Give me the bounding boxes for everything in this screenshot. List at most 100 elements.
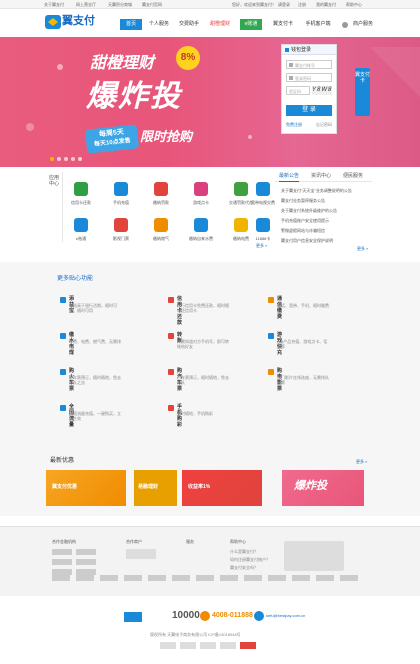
- nav-merchant[interactable]: 商户服务: [350, 19, 376, 30]
- register-link[interactable]: 免费注册: [286, 122, 302, 127]
- water-icon[interactable]: [194, 218, 208, 232]
- partner-logo[interactable]: [124, 575, 142, 581]
- partner-logo[interactable]: [148, 575, 166, 581]
- gas-icon[interactable]: [154, 218, 168, 232]
- traffic-light-icon[interactable]: [234, 182, 248, 196]
- service-label[interactable]: 信用卡还款: [63, 200, 99, 205]
- banner-dot[interactable]: [64, 157, 68, 161]
- cert-badge[interactable]: [200, 642, 216, 649]
- service-label[interactable]: e账通: [63, 236, 99, 241]
- promo-card[interactable]: 翼支付优惠: [46, 470, 126, 506]
- game-icon[interactable]: [194, 182, 208, 196]
- news-item[interactable]: 翼支付业务暂停服务公告: [281, 198, 325, 203]
- banner-dot[interactable]: [57, 157, 61, 161]
- help-link[interactable]: 如何注册翼支付账户？: [230, 557, 270, 562]
- nav-finance[interactable]: 甜橙理财: [205, 19, 235, 30]
- phone-icon[interactable]: [114, 182, 128, 196]
- services-more-link[interactable]: 更多 »: [256, 243, 267, 248]
- cert-badge[interactable]: [220, 642, 236, 649]
- bank-logo[interactable]: [52, 549, 72, 555]
- login-button[interactable]: 登 录: [286, 105, 332, 116]
- cert-badge[interactable]: [180, 642, 196, 649]
- account-field[interactable]: 翼支付帐号: [286, 60, 332, 69]
- function-title[interactable]: 手机购彩: [177, 404, 182, 428]
- banner-dot[interactable]: [78, 157, 82, 161]
- merchant-logo[interactable]: [126, 549, 156, 559]
- cert-badge[interactable]: [160, 642, 176, 649]
- topbar-link-mall[interactable]: 天翼积分商城: [108, 2, 132, 7]
- partner-logo[interactable]: [76, 575, 94, 581]
- ticket-icon[interactable]: [114, 218, 128, 232]
- service-label[interactable]: 缴纳自来水费: [183, 236, 219, 241]
- forgot-link[interactable]: 忘记密码: [316, 122, 332, 127]
- service-email[interactable]: kefu@bestpay.com.cn: [266, 613, 305, 618]
- nav-app[interactable]: 手机客户端: [300, 19, 336, 30]
- partner-logo[interactable]: [100, 575, 118, 581]
- news-item[interactable]: 关于翼支付"天天宝"业务调整说明的公告: [281, 188, 352, 193]
- promo-card[interactable]: 收益率1%: [182, 470, 262, 506]
- password-field[interactable]: 登录密码: [286, 73, 332, 82]
- bank-logo[interactable]: [52, 559, 72, 565]
- service-label[interactable]: 手机充值: [103, 200, 139, 205]
- news-item[interactable]: 翼支付用户信息安全保护说明: [281, 238, 333, 243]
- tab-convenience[interactable]: 便民服务: [343, 172, 363, 181]
- bank-logo[interactable]: [76, 549, 96, 555]
- captcha-field[interactable]: 验证码: [286, 86, 310, 95]
- card-11888-icon[interactable]: [256, 218, 270, 232]
- news-item[interactable]: 关于翼支付系统升级维护的公告: [281, 208, 337, 213]
- help-link[interactable]: 什么是翼支付？: [230, 549, 258, 554]
- banner-dot[interactable]: [50, 157, 54, 161]
- bank-logo[interactable]: [76, 559, 96, 565]
- partner-logo[interactable]: [244, 575, 262, 581]
- topbar-register[interactable]: 注册: [298, 2, 306, 7]
- topbar-link-about[interactable]: 关于翼支付: [44, 2, 64, 7]
- partner-logo[interactable]: [316, 575, 334, 581]
- partner-logo[interactable]: [52, 575, 70, 581]
- captcha-image[interactable]: Y8W8: [312, 86, 332, 95]
- topbar-link-hall[interactable]: 网上营业厅: [76, 2, 96, 7]
- news-more-link[interactable]: 更多 »: [357, 246, 368, 251]
- e-account-icon[interactable]: [74, 218, 88, 232]
- promo-card[interactable]: 爆炸投: [282, 470, 364, 506]
- nav-home[interactable]: 首页: [120, 19, 142, 30]
- electricity-icon[interactable]: [234, 218, 248, 232]
- partner-logo[interactable]: [340, 575, 358, 581]
- side-card-tab[interactable]: 翼支付卡: [355, 68, 370, 116]
- topbar-my-account[interactable]: 我的翼支付: [316, 2, 336, 7]
- service-label[interactable]: 游戏点卡: [183, 200, 219, 205]
- partner-logos-row: [52, 575, 362, 585]
- nav-card[interactable]: 翼支付卡: [268, 19, 298, 30]
- site-logo[interactable]: 翼支付: [44, 12, 98, 32]
- promo-card[interactable]: 易融理财: [134, 470, 177, 506]
- partner-logo[interactable]: [268, 575, 286, 581]
- topbar-login[interactable]: 请登录: [278, 2, 290, 7]
- tab-info[interactable]: 资讯中心: [311, 172, 331, 181]
- nav-personal[interactable]: 个人服务: [145, 19, 173, 30]
- functions-title: 更多贴心功能: [57, 276, 94, 282]
- news-item[interactable]: 警惕虚假网站与诈骗短信: [281, 228, 325, 233]
- service-label[interactable]: 缴纳燃气: [143, 236, 179, 241]
- partner-logo[interactable]: [172, 575, 190, 581]
- credit-card-icon[interactable]: [74, 182, 88, 196]
- fine-icon[interactable]: [154, 182, 168, 196]
- app-qr-panel[interactable]: [284, 541, 344, 571]
- captcha-placeholder: 验证码: [289, 89, 301, 94]
- service-label[interactable]: 缴纳罚款: [143, 200, 179, 205]
- service-label[interactable]: 影视门票: [103, 236, 139, 241]
- nav-payment[interactable]: 交费助手: [175, 19, 203, 30]
- banner-dot[interactable]: [71, 157, 75, 161]
- news-item[interactable]: 手机充值账户安全使用提示: [281, 218, 329, 223]
- cert-badge[interactable]: [240, 642, 256, 649]
- tv-icon[interactable]: [256, 182, 270, 196]
- function-title[interactable]: 通信缴费: [277, 296, 282, 320]
- partner-logo[interactable]: [196, 575, 214, 581]
- help-link[interactable]: 翼支付安全吗？: [230, 565, 258, 570]
- topbar-help[interactable]: 帮助中心: [346, 2, 362, 7]
- banner-pager: [50, 157, 90, 162]
- nav-eaccount[interactable]: e账通: [240, 19, 262, 30]
- partner-logo[interactable]: [292, 575, 310, 581]
- promotions-more-link[interactable]: 更多 »: [356, 459, 367, 464]
- partner-logo[interactable]: [220, 575, 238, 581]
- tab-announcements[interactable]: 最新公告: [279, 172, 300, 182]
- topbar-link-site[interactable]: 翼支付官网: [142, 2, 162, 7]
